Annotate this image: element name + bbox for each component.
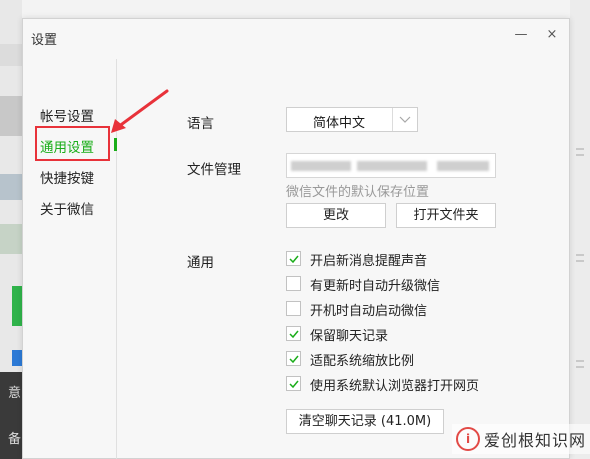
checkbox[interactable] [286, 351, 301, 366]
watermark-text: 爱创根知识网 [484, 431, 587, 450]
background-search-box [0, 44, 22, 66]
background-green-tile [12, 286, 22, 326]
background-dark-panel: 意 备 [0, 372, 22, 459]
language-value: 简体中文 [312, 116, 365, 131]
watermark: i 爱创根知识网 [452, 424, 590, 454]
language-select[interactable]: 简体中文 [286, 107, 418, 132]
settings-window: 设置 — × 帐号设置 通用设置 快捷按键 关于微信 语言 简体中文 文件管理 … [22, 18, 570, 459]
check-icon [289, 255, 299, 264]
chevron-down-icon[interactable] [397, 111, 413, 127]
redacted-path [357, 161, 427, 171]
background-avatar [0, 174, 22, 200]
background-char: 意 [8, 386, 22, 401]
background-avatar [0, 224, 22, 254]
check-icon [289, 330, 299, 339]
background-app-right-edge [570, 0, 590, 459]
language-label: 语言 [187, 116, 214, 132]
redacted-path [437, 161, 489, 171]
sidebar-item-about-wechat[interactable]: 关于微信 [40, 198, 94, 218]
active-tab-indicator [114, 138, 117, 151]
option-label: 有更新时自动升级微信 [310, 279, 441, 294]
minimize-icon[interactable]: — [512, 26, 530, 44]
option-label: 开机时自动启动微信 [310, 304, 428, 319]
select-divider [392, 108, 393, 131]
file-management-label: 文件管理 [187, 162, 241, 178]
background-app-sidebar: 意 备 [0, 0, 22, 459]
file-location-hint: 微信文件的默认保存位置 [286, 185, 430, 200]
option-label: 开启新消息提醒声音 [310, 254, 428, 269]
window-title: 设置 [31, 33, 58, 48]
sidebar-item-shortcut-keys[interactable]: 快捷按键 [40, 167, 94, 187]
general-label: 通用 [187, 255, 214, 271]
annotation-highlight-box [35, 126, 110, 161]
background-char: 备 [8, 432, 22, 447]
open-folder-button[interactable]: 打开文件夹 [396, 203, 496, 228]
option-label: 适配系统缩放比例 [310, 354, 415, 369]
check-icon [289, 355, 299, 364]
checkbox[interactable] [286, 276, 301, 291]
background-blue-tile [12, 350, 22, 366]
option-label: 使用系统默认浏览器打开网页 [310, 379, 480, 394]
file-path-field [286, 153, 496, 178]
close-icon[interactable]: × [543, 26, 561, 44]
background-avatar [0, 96, 22, 136]
checkbox[interactable] [286, 326, 301, 341]
clear-chat-history-button[interactable]: 清空聊天记录 (41.0M) [286, 409, 444, 434]
watermark-logo-icon: i [456, 427, 480, 451]
checkbox[interactable] [286, 251, 301, 266]
option-label: 保留聊天记录 [310, 329, 389, 344]
change-button[interactable]: 更改 [286, 203, 386, 228]
sidebar-item-account-settings[interactable]: 帐号设置 [40, 105, 94, 125]
checkbox[interactable] [286, 376, 301, 391]
annotation-arrow-icon [111, 89, 169, 133]
check-icon [289, 380, 299, 389]
redacted-path [291, 161, 351, 171]
checkbox[interactable] [286, 301, 301, 316]
